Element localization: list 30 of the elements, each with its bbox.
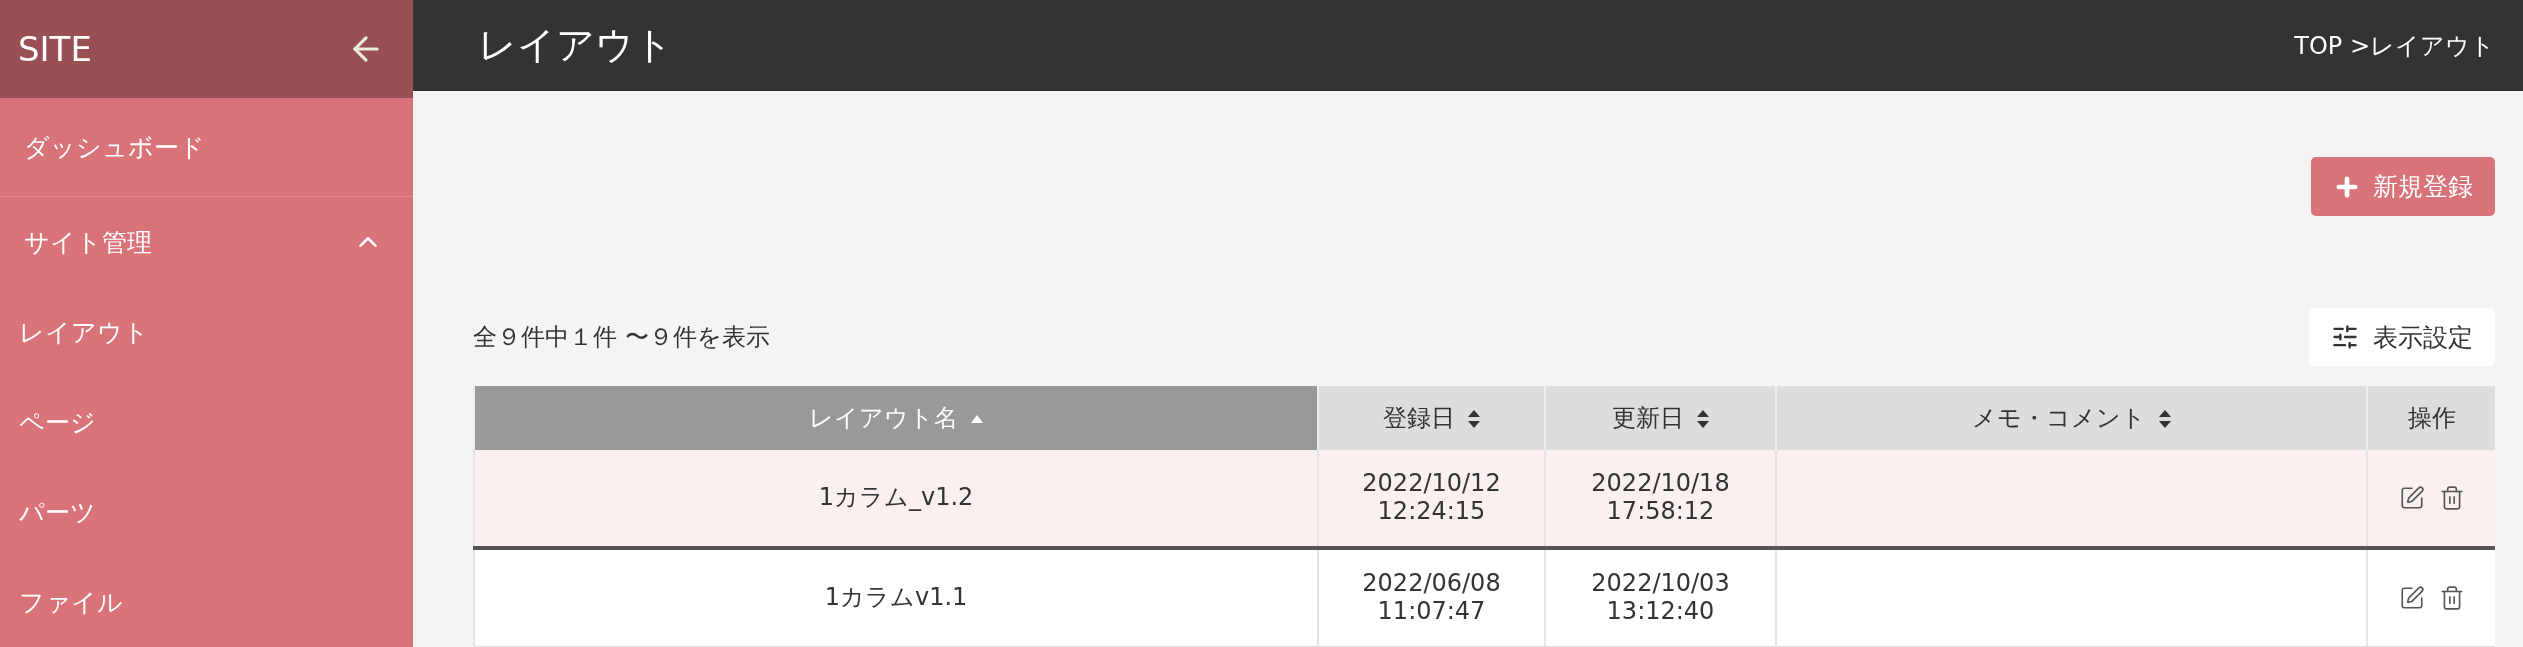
table-cell: 1カラム_v1.2 [474, 450, 1318, 548]
table-cell: 2022/10/12 12:24:15 [1318, 450, 1545, 548]
table-cell: 2022/10/18 17:58:12 [1545, 450, 1776, 548]
edit-icon[interactable] [2398, 485, 2425, 511]
sliders-icon [2331, 323, 2359, 351]
column-header[interactable]: メモ・コメント [1776, 386, 2367, 450]
sidebar-item[interactable]: レイアウト [0, 287, 413, 377]
sidebar-group-label: サイト管理 [24, 226, 152, 259]
breadcrumb: TOP >レイアウト [2294, 30, 2495, 62]
edit-icon[interactable] [2398, 585, 2425, 611]
table-cell: 2022/10/03 13:12:40 [1545, 548, 1776, 647]
sidebar-item[interactable]: パーツ [0, 467, 413, 557]
sidebar-group[interactable]: サイト管理 [0, 197, 413, 287]
display-settings-button[interactable]: 表示設定 [2309, 308, 2495, 366]
sidebar-title: SITE [18, 29, 92, 69]
column-header[interactable]: 登録日 [1318, 386, 1545, 450]
new-button[interactable]: 新規登録 [2311, 157, 2495, 216]
result-count: 全９件中１件 〜９件を表示 [473, 322, 770, 353]
table-cell: 2022/06/08 11:07:47 [1318, 548, 1545, 647]
sidebar-item[interactable]: ページ [0, 377, 413, 467]
column-header[interactable]: レイアウト名 [474, 386, 1318, 450]
table-row[interactable]: 1カラムv1.1 2022/06/08 11:07:47 2022/10/03 13:12:40 [474, 548, 2495, 647]
column-header[interactable]: 操作 [2367, 386, 2495, 450]
page-title: レイアウト [478, 22, 673, 69]
column-header[interactable]: 更新日 [1545, 386, 1776, 450]
sidebar-item[interactable]: ファイル [0, 557, 413, 647]
table-cell: 1カラムv1.1 [474, 548, 1318, 647]
table-row[interactable]: 1カラム_v1.2 2022/10/12 12:24:15 2022/10/18 17:58:12 [474, 450, 2495, 548]
trash-icon[interactable] [2438, 585, 2465, 611]
trash-icon[interactable] [2438, 485, 2465, 511]
